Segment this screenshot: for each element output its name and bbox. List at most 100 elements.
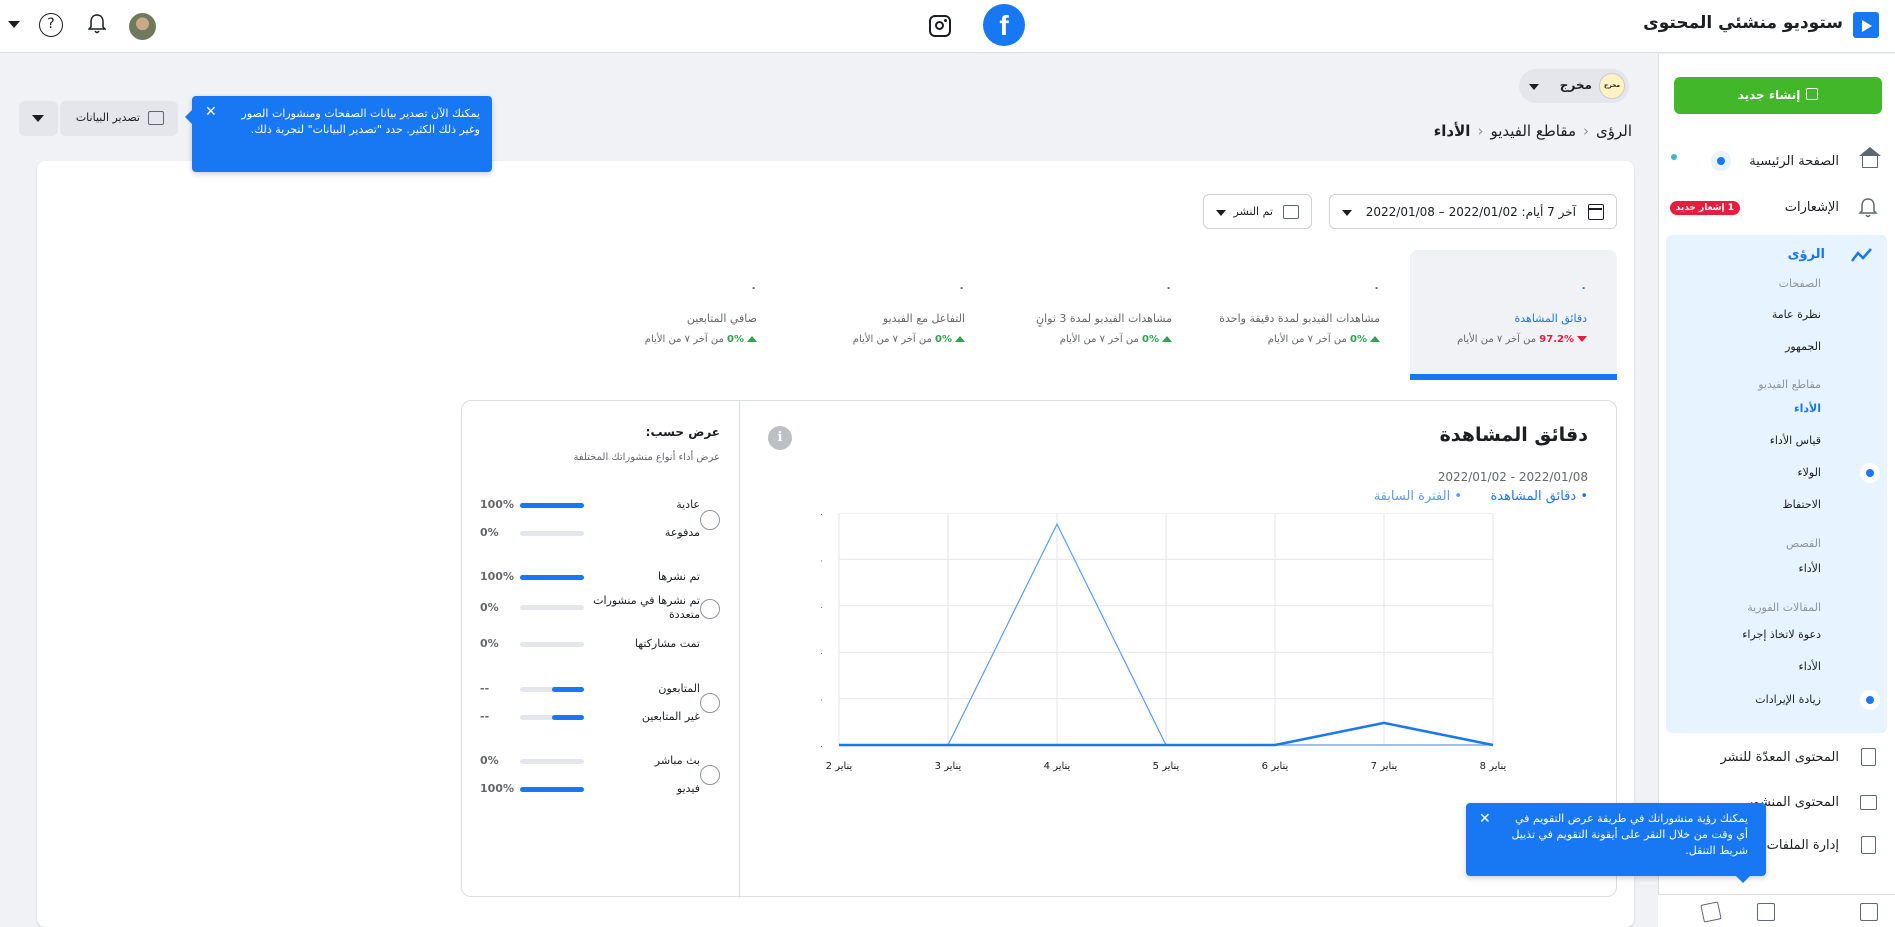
view-by-radio-content-type[interactable] <box>700 765 720 785</box>
page-switcher[interactable]: مخرج مخرج <box>1519 69 1629 103</box>
breakdown-row: عادية 100% <box>480 498 700 518</box>
sidebar-item-video-performance[interactable]: الأداء <box>1794 402 1821 415</box>
home-icon <box>1859 147 1881 168</box>
breakdown-bar <box>520 531 584 536</box>
list-icon <box>1860 795 1877 810</box>
sidebar-group-instant-articles: المقالات الفورية <box>1747 601 1821 614</box>
pencil-icon <box>1806 88 1819 100</box>
legend-previous[interactable]: • الفترة السابقة <box>1374 489 1462 504</box>
metric-value: ٠ <box>1580 281 1587 294</box>
metric-change-suffix: من آخر ٧ من الأيام <box>852 334 932 345</box>
breakdown-bar <box>520 642 584 647</box>
metric-change-pct: 0% <box>1350 334 1367 345</box>
sidebar-item-insights[interactable]: الرؤى <box>1788 247 1825 262</box>
legend-current[interactable]: • دقائق المشاهدة <box>1490 489 1588 504</box>
x-tick-label: يناير 8 <box>1480 761 1507 772</box>
sidebar-group-videos: مقاطع الفيديو <box>1758 378 1821 391</box>
metric-tab-one-minute-views[interactable]: ٠ مشاهدات الفيديو لمدة دقيقة واحدة 0% من… <box>1203 250 1410 380</box>
status-dot <box>1671 154 1677 160</box>
collapse-sidebar-icon[interactable] <box>1860 903 1878 921</box>
help-icon[interactable]: ? <box>39 13 63 37</box>
new-indicator-dot <box>1860 463 1880 483</box>
avatar[interactable] <box>129 13 156 40</box>
sidebar: إنشاء جديد الصفحة الرئيسية الإشعارات 1 إ… <box>1658 54 1895 927</box>
breakdown-row: تمت مشاركتها 0% <box>480 637 700 657</box>
legend-current-label: دقائق المشاهدة <box>1490 489 1577 504</box>
breadcrumb-videos[interactable]: مقاطع الفيديو <box>1490 122 1576 140</box>
x-tick-label: يناير 6 <box>1262 761 1289 772</box>
breadcrumb-insights[interactable]: الرؤى <box>1596 122 1632 140</box>
sidebar-item-retention[interactable]: الاحتفاظ <box>1782 498 1821 511</box>
create-new-button[interactable]: إنشاء جديد <box>1674 77 1882 114</box>
calendar-icon <box>1588 204 1604 220</box>
chevron-down-icon <box>1342 210 1352 216</box>
sidebar-item-articles-performance[interactable]: الأداء <box>1799 660 1821 673</box>
breakdown-value: 100% <box>480 570 514 583</box>
view-by-radio-followers[interactable] <box>700 693 720 713</box>
insights-section: الرؤى الصفحات نظرة عامة الجمهور مقاطع ال… <box>1666 235 1887 733</box>
instagram-icon[interactable] <box>929 15 951 37</box>
bell-icon <box>1858 198 1878 218</box>
calendar-icon[interactable] <box>1757 903 1775 921</box>
sidebar-item-label: المحتوى المعدّة للنشر <box>1720 750 1839 765</box>
sidebar-item-notifications[interactable]: الإشعارات 1 إشعار جديد <box>1659 191 1895 225</box>
x-tick-label: يناير 2 <box>826 761 853 772</box>
breakdown-label: تم نشرها في منشورات متعددة <box>593 594 700 621</box>
view-by-radio-paid[interactable] <box>700 510 720 530</box>
export-label: تصدير البيانات <box>75 111 140 124</box>
metric-change: 97.2% من آخر ٧ من الأيام <box>1457 334 1587 345</box>
account-menu-caret-icon[interactable] <box>8 21 20 28</box>
sidebar-item-benchmark[interactable]: قياس الأداء <box>1770 434 1821 447</box>
metric-change: 0% من آخر ٧ من الأيام <box>853 334 965 345</box>
sidebar-item-label: الإشعارات <box>1784 200 1839 215</box>
chart-date-range: 2022/01/02 - 2022/01/08 <box>1437 470 1588 484</box>
arrow-down-icon <box>1577 336 1587 342</box>
chevron-left-icon: ‹ <box>1583 122 1589 140</box>
sidebar-item-drafts[interactable]: المحتوى المعدّة للنشر <box>1659 741 1895 775</box>
breakdown-bar-fill <box>552 687 584 692</box>
export-options-button[interactable] <box>19 101 58 136</box>
view-by-radio-publishing[interactable] <box>700 599 720 619</box>
metric-name: صافي المتابعين <box>686 312 757 325</box>
bell-icon[interactable] <box>88 14 106 34</box>
close-icon[interactable]: ✕ <box>205 104 217 120</box>
close-icon[interactable]: ✕ <box>1479 811 1491 827</box>
sidebar-item-audience[interactable]: الجمهور <box>1785 340 1821 353</box>
sidebar-item-loyalty[interactable]: الولاء <box>1797 466 1821 479</box>
sidebar-item-call-to-action[interactable]: دعوة لاتخاذ إجراء <box>1742 628 1821 641</box>
breakdown-bar <box>520 605 584 610</box>
breakdown-label: تم نشرها <box>658 570 700 583</box>
publish-filter-label: تم النشر <box>1233 205 1274 218</box>
breakdown-bar <box>520 759 584 764</box>
breakdown-value: 100% <box>480 782 514 795</box>
insights-chart-icon <box>1851 248 1872 262</box>
view-by-title: عرض حسب: <box>645 425 720 439</box>
breakdown-value: -- <box>480 710 490 723</box>
sidebar-item-overview[interactable]: نظرة عامة <box>1772 308 1821 321</box>
breakdown-label: غير المتابعين <box>641 710 700 723</box>
metric-change: 0% من آخر ٧ من الأيام <box>645 334 757 345</box>
page-avatar: مخرج <box>1599 73 1625 99</box>
metric-tab-three-second-views[interactable]: ٠ مشاهدات الفيديو لمدة 3 ثوانٍ 0% من آخر… <box>995 250 1202 380</box>
calendar-tooltip: ✕ يمكنك رؤية منشوراتك في طريقة عرض التقو… <box>1466 803 1766 883</box>
y-tick-label: ٠ <box>819 649 824 659</box>
metric-tab-net-followers[interactable]: ٠ صافي المتابعين 0% من آخر ٧ من الأيام <box>580 250 787 380</box>
video-icon <box>1283 205 1299 219</box>
publish-filter[interactable]: تم النشر <box>1203 194 1312 229</box>
y-tick-label: ٠ <box>819 513 824 520</box>
export-data-button[interactable]: تصدير البيانات <box>60 101 178 136</box>
sidebar-item-home[interactable]: الصفحة الرئيسية <box>1659 145 1895 179</box>
info-icon[interactable]: i <box>768 426 792 450</box>
metric-tab-video-engagement[interactable]: ٠ التفاعل مع الفيديو 0% من آخر ٧ من الأي… <box>788 250 995 380</box>
calendar-tooltip-text: يمكنك رؤية منشوراتك في طريقة عرض التقويم… <box>1511 812 1748 857</box>
notebook-icon[interactable] <box>1700 901 1722 923</box>
breakdown-row: مدفوعة 0% <box>480 526 700 546</box>
create-new-label: إنشاء جديد <box>1737 88 1801 102</box>
chart-panel: دقائق المشاهدة 2022/01/02 - 2022/01/08 •… <box>461 400 1617 898</box>
sidebar-item-monetization[interactable]: زيادة الإيرادات <box>1755 693 1821 706</box>
facebook-icon[interactable]: f <box>983 4 1025 46</box>
sidebar-item-stories-performance[interactable]: الأداء <box>1799 562 1821 575</box>
line-chart: ٠٠٠٠٠٠يناير 2 يناير 3 يناير 4 يناير 5 يناير … <box>819 513 1507 772</box>
date-range-picker[interactable]: آخر 7 أيام: 2022/01/02 – 2022/01/08 <box>1329 194 1617 229</box>
metric-tab-minutes-viewed[interactable]: ٠ دقائق المشاهدة 97.2% من آخر ٧ من الأيا… <box>1410 250 1617 380</box>
